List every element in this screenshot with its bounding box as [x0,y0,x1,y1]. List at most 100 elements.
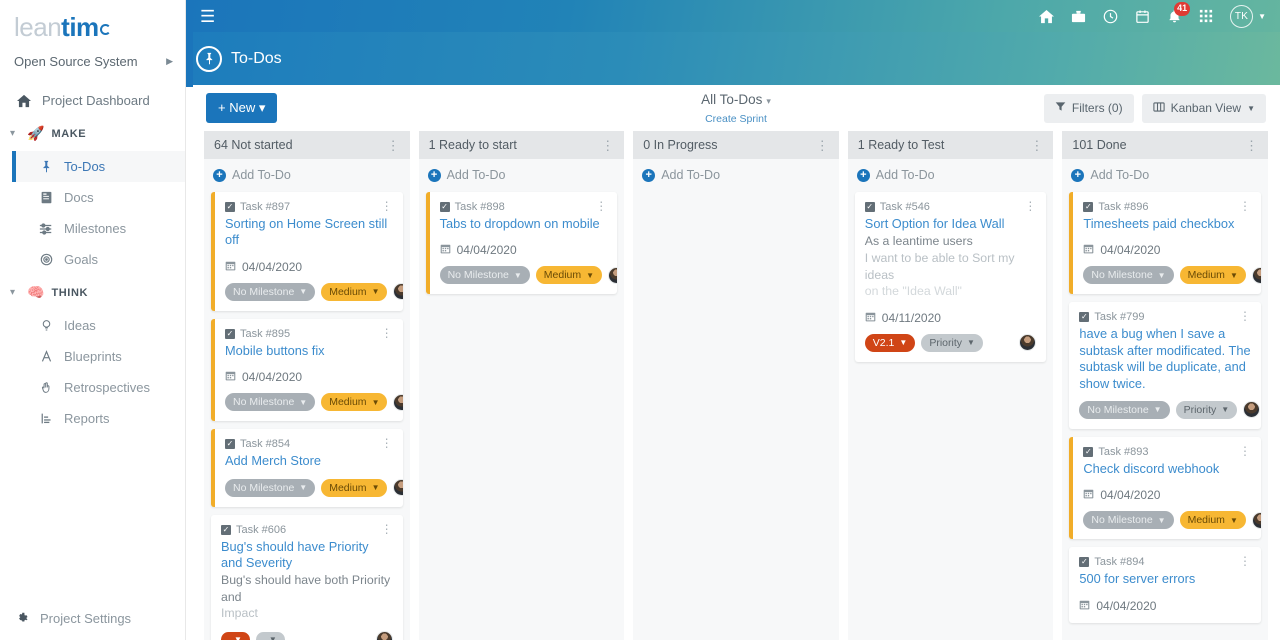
add-todo-button[interactable]: + Add To-Do [1069,159,1261,192]
checkbox-icon[interactable]: ✓ [1079,557,1090,568]
card-title[interactable]: Check discord webhook [1083,461,1251,477]
card-tag-pill[interactable]: Medium ▼ [535,266,603,285]
card-tag-pill[interactable]: No Milestone ▼ [225,282,316,301]
card-tag-pill[interactable]: Medium ▼ [1179,266,1246,285]
card-menu-icon[interactable]: ⋮ [381,523,393,535]
card-menu-icon[interactable]: ⋮ [1024,200,1036,212]
home-icon[interactable] [1039,9,1055,24]
column-menu-icon[interactable]: ⋮ [816,139,829,152]
card-title[interactable]: Timesheets paid checkbox [1083,216,1251,232]
checkbox-icon[interactable]: ✓ [1083,446,1094,457]
card-menu-icon[interactable]: ⋮ [1239,310,1251,322]
add-todo-button[interactable]: + Add To-Do [211,159,403,192]
card-due-date-label: 04/04/2020 [456,243,517,258]
avatar [1251,511,1261,529]
todo-card[interactable]: ✓ Task #895 ⋮ Mobile buttons fix 04/04/2020 N… [211,318,403,422]
todo-card[interactable]: ✓ Task #546 ⋮ Sort Option for Idea Wall As a… [854,192,1047,362]
chevron-down-icon: ▼ [299,483,308,492]
add-todo-button[interactable]: + Add To-Do [640,159,832,192]
todo-card[interactable]: ✓ Task #893 ⋮ Check discord webhook 04/04/20… [1069,436,1261,540]
card-menu-icon[interactable]: ⋮ [381,327,393,339]
card-title[interactable]: Add Merch Store [225,453,393,469]
calendar-icon[interactable] [1135,9,1150,24]
sidebar-item-project-settings[interactable]: Project Settings [0,603,185,634]
todo-card[interactable]: ✓ Task #854 ⋮ Add Merch Store No Milestone ▼ M… [211,429,403,507]
sidebar-item-to-dos[interactable]: To-Dos [12,151,185,182]
todo-card[interactable]: ✓ Task #799 ⋮ have a bug when I save a subt… [1069,302,1261,429]
card-due-date: 04/11/2020 [865,311,1037,325]
clock-icon[interactable] [1103,9,1118,24]
card-tag-pill[interactable]: No Milestone ▼ [225,393,316,412]
briefcase-icon[interactable] [1071,9,1086,24]
sidebar-item-ideas[interactable]: Ideas [12,310,185,341]
column-menu-icon[interactable]: ⋮ [1245,139,1258,152]
grid-icon[interactable] [1199,9,1213,23]
sidebar-group-make[interactable]: ▾ 🚀 MAKE [0,116,185,151]
checkbox-icon[interactable]: ✓ [225,328,235,339]
card-tag-pill[interactable]: Priority ▼ [1175,400,1238,419]
card-menu-icon[interactable]: ⋮ [381,200,393,212]
hamburger-icon[interactable]: ☰ [200,8,215,25]
card-tag-pill[interactable]: No Milestone ▼ [1079,400,1170,419]
todo-card[interactable]: ✓ Task #606 ⋮ Bug's should have Priority an… [211,514,403,640]
card-tag-pill[interactable]: Priority ▼ [921,333,983,352]
card-title[interactable]: Sorting on Home Screen still off [225,216,393,249]
all-todos-dropdown[interactable]: All To-Dos ▾ [701,92,771,107]
logo[interactable]: leantim [0,0,185,44]
card-title[interactable]: Bug's should have Priority and Severity [221,539,393,572]
column-menu-icon[interactable]: ⋮ [1030,139,1043,152]
card-title[interactable]: Tabs to dropdown on mobile [440,216,608,232]
card-tag-pill[interactable]: No Milestone ▼ [439,266,530,285]
card-tag-label: Priority [1183,403,1217,416]
chevron-down-icon[interactable]: ▼ [1258,12,1266,21]
card-menu-icon[interactable]: ⋮ [1239,200,1251,212]
todo-card[interactable]: ✓ Task #896 ⋮ Timesheets paid checkbox 04/04… [1069,192,1261,295]
sidebar-item-project-dashboard[interactable]: Project Dashboard [0,85,185,116]
checkbox-icon[interactable]: ✓ [864,202,875,212]
sidebar-item-goals[interactable]: Goals [12,244,185,275]
card-tag-pill[interactable]: No Milestone ▼ [1083,266,1174,285]
card-tag-pill[interactable]: No Milestone ▼ [1083,511,1174,530]
card-title[interactable]: Sort Option for Idea Wall [865,216,1037,232]
card-tag-pill[interactable]: No Milestone ▼ [225,478,316,497]
checkbox-icon[interactable]: ✓ [1079,312,1090,323]
card-tag-pill[interactable]: Medium ▼ [1179,511,1246,530]
todo-card[interactable]: ✓ Task #897 ⋮ Sorting on Home Screen still … [211,192,403,311]
sidebar-item-reports[interactable]: Reports [12,403,185,434]
card-tag-pill[interactable]: Medium ▼ [321,282,388,301]
checkbox-icon[interactable]: ✓ [225,202,235,212]
sidebar-item-docs[interactable]: Docs [12,182,185,213]
card-tag-pill[interactable]: V2.1 ▼ [864,333,916,352]
card-tag-label: Medium [543,269,582,282]
card-menu-icon[interactable]: ⋮ [1239,555,1251,567]
create-sprint-link[interactable]: Create Sprint [192,113,1280,125]
card-title[interactable]: Mobile buttons fix [225,343,393,359]
add-todo-button[interactable]: + Add To-Do [426,159,618,192]
todo-card[interactable]: ✓ Task #898 ⋮ Tabs to dropdown on mobile 04/… [425,192,618,295]
add-todo-button[interactable]: + Add To-Do [855,159,1047,192]
chevron-down-icon: ▼ [371,287,380,297]
project-selector[interactable]: Open Source System ▶ [0,44,185,81]
card-menu-icon[interactable]: ⋮ [595,200,607,212]
card-tag-pill[interactable]: Medium ▼ [321,393,388,412]
sidebar-item-milestones[interactable]: Milestones [12,213,185,244]
card-tag-pill[interactable]: ▼ [221,632,250,640]
bell-icon[interactable]: 41 [1167,1,1191,24]
card-menu-icon[interactable]: ⋮ [1239,445,1251,457]
card-tag-pill[interactable]: Medium ▼ [321,478,388,497]
card-title[interactable]: have a bug when I save a subtask after m… [1079,326,1251,392]
checkbox-icon[interactable]: ✓ [439,202,450,212]
todo-card[interactable]: ✓ Task #894 ⋮ 500 for server errors 04/04/20… [1069,547,1261,623]
checkbox-icon[interactable]: ✓ [1083,202,1094,212]
column-menu-icon[interactable]: ⋮ [387,139,400,152]
avatar[interactable]: TK [1230,4,1254,28]
checkbox-icon[interactable]: ✓ [225,439,235,450]
card-tag-pill[interactable]: ▼ [255,632,285,640]
card-title[interactable]: 500 for server errors [1079,571,1251,587]
sidebar-item-blueprints[interactable]: Blueprints [12,341,185,372]
sidebar-item-retrospectives[interactable]: Retrospectives [12,372,185,403]
sidebar-group-think[interactable]: ▾ 🧠 THINK [0,275,185,310]
checkbox-icon[interactable]: ✓ [221,524,231,535]
card-menu-icon[interactable]: ⋮ [381,437,393,449]
column-menu-icon[interactable]: ⋮ [601,139,614,152]
